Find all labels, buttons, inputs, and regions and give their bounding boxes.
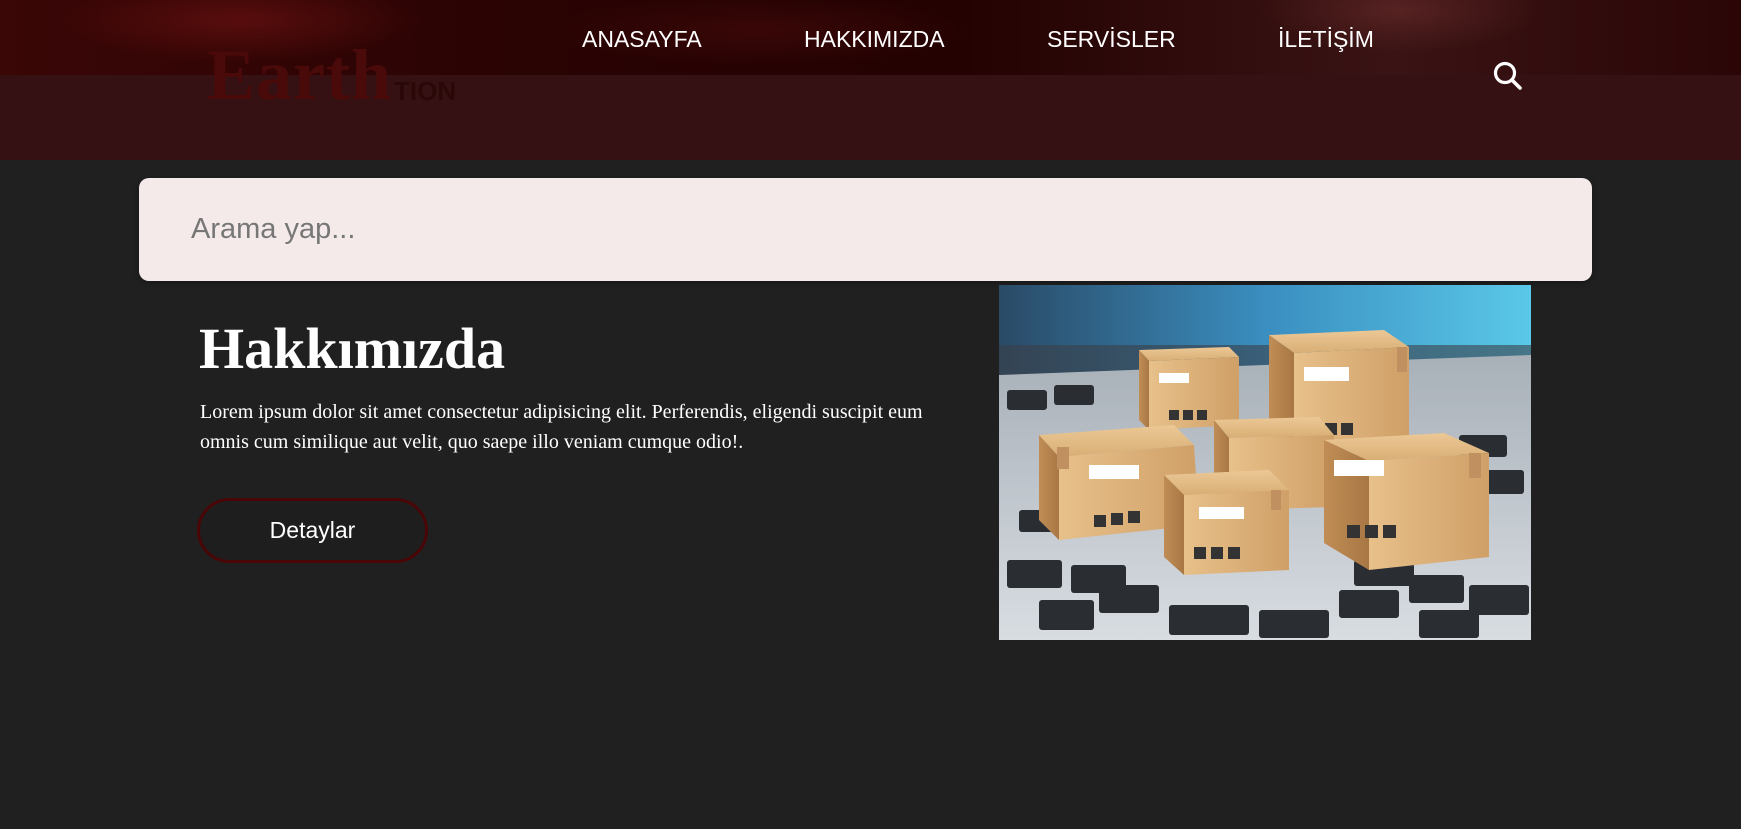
- about-text: Lorem ipsum dolor sit amet consectetur a…: [200, 401, 923, 453]
- details-button[interactable]: Detaylar: [197, 498, 428, 563]
- boxes-illustration: [999, 285, 1531, 640]
- nav-item-anasayfa[interactable]: ANASAYFA: [582, 26, 702, 53]
- search-icon[interactable]: [1492, 60, 1524, 92]
- search-box: [139, 178, 1592, 281]
- about-title: Hakkımızda: [199, 316, 506, 381]
- nav-item-hakkimizda[interactable]: HAKKIMIZDA: [804, 26, 945, 53]
- boxes-on-laptop-image: [999, 285, 1531, 640]
- site-header: Earth TION ANASAYFA HAKKIMIZDA SERVİSLER…: [0, 0, 1741, 160]
- logo-sub-text: TION: [394, 76, 457, 106]
- search-input[interactable]: [139, 178, 1592, 281]
- nav-item-servisler[interactable]: SERVİSLER: [1047, 26, 1176, 53]
- site-logo[interactable]: Earth TION: [207, 35, 457, 115]
- nav-item-iletisim[interactable]: İLETİŞİM: [1278, 26, 1374, 53]
- logo-main-text: Earth: [207, 35, 392, 115]
